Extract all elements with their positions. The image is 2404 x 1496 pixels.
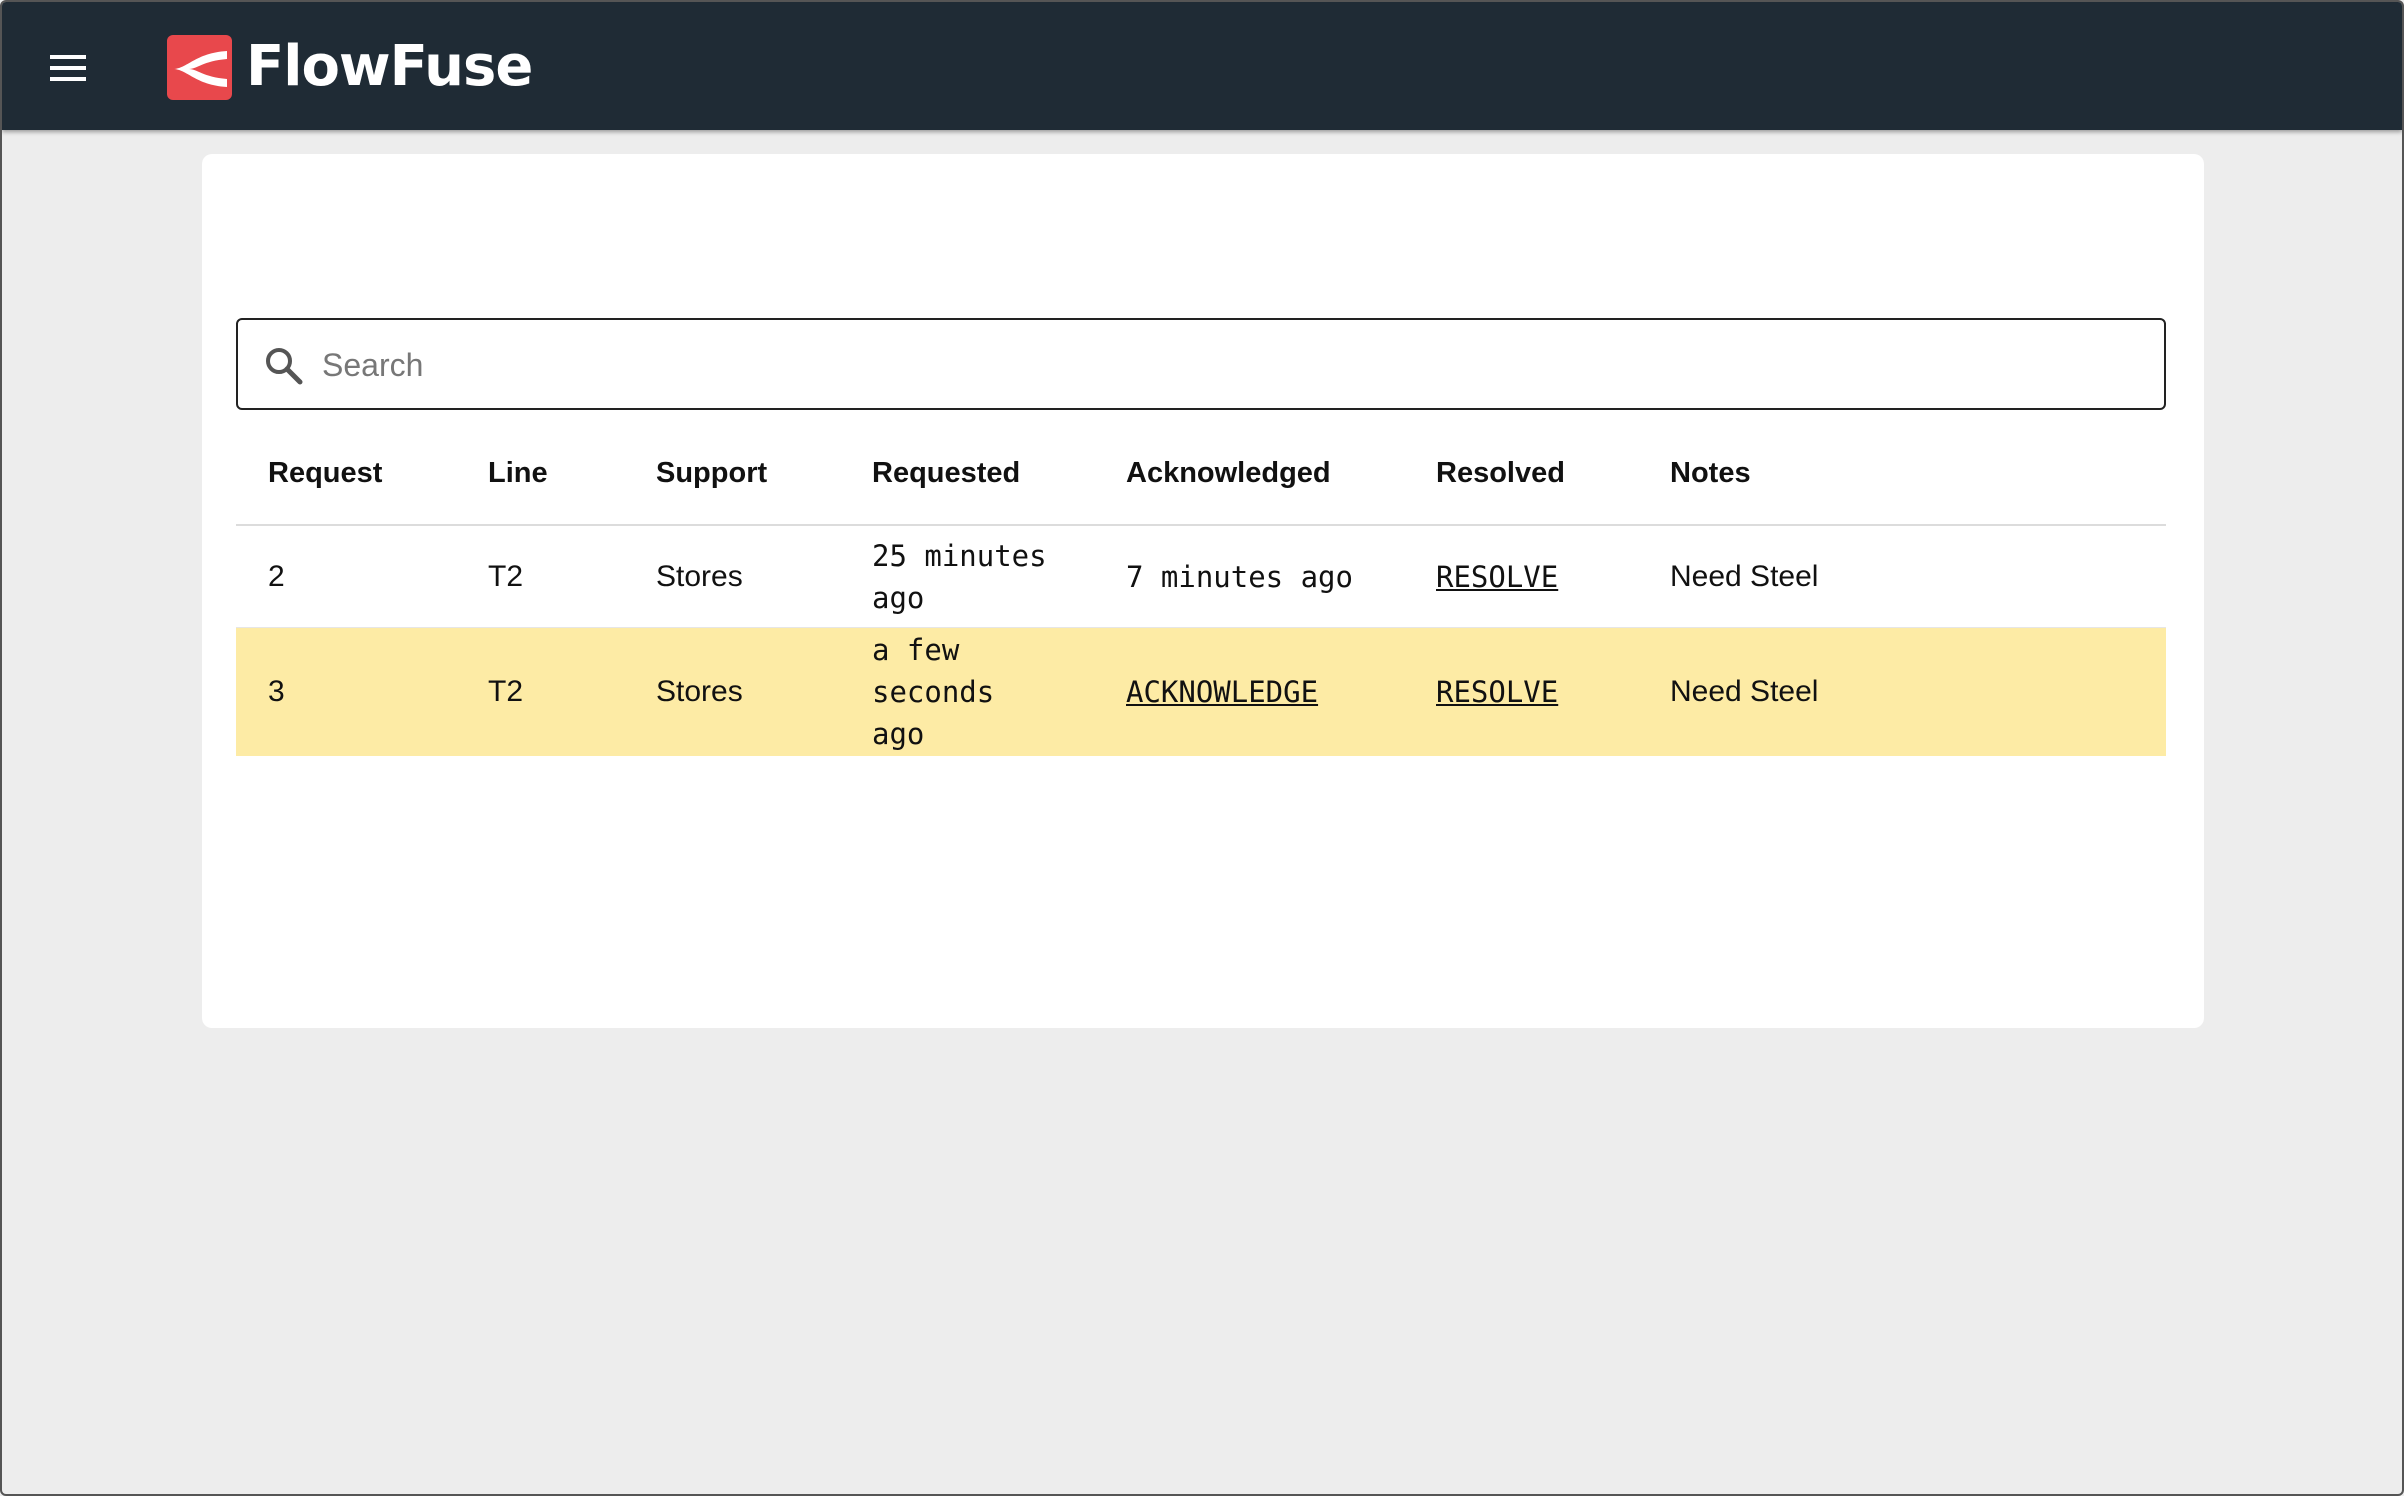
request-id: 3 [268,675,285,708]
brand-logo: FlowFuse [167,34,533,100]
app-window: FlowFuse Request Line Support Requested … [0,0,2404,1496]
top-app-bar: FlowFuse [2,2,2402,130]
requests-card: Request Line Support Requested Acknowled… [202,154,2204,1028]
brand-name: FlowFuse [246,34,533,99]
table-header-row: Request Line Support Requested Acknowled… [236,422,2166,526]
resolve-link[interactable]: RESOLVE [1436,526,1656,627]
search-icon [266,348,303,385]
menu-icon[interactable] [46,46,92,90]
column-header-line[interactable]: Line [488,422,638,524]
requested-time: a few seconds ago [872,633,995,751]
resolve-link[interactable]: RESOLVE [1436,628,1656,756]
acknowledge-link[interactable]: ACKNOWLEDGE [1126,628,1426,756]
column-header-requested[interactable]: Requested [872,422,1072,524]
table-row[interactable]: 3 T2 Stores a few seconds ago ACKNOWLEDG… [236,628,2166,756]
flowfuse-logo-icon [167,34,232,100]
notes-value: Need Steel [1670,675,1819,708]
column-header-request[interactable]: Request [268,422,468,524]
column-header-acknowledged[interactable]: Acknowledged [1126,422,1426,524]
search-box[interactable] [236,318,2166,410]
request-id: 2 [268,559,285,593]
search-input[interactable] [320,320,2144,410]
acknowledged-time: 7 minutes ago [1126,559,1353,594]
notes-value: Need Steel [1670,559,1819,593]
column-header-notes[interactable]: Notes [1670,422,2070,524]
line-value: T2 [488,675,524,708]
table-row[interactable]: 2 T2 Stores 25 minutes ago 7 minutes ago… [236,526,2166,628]
requested-time: 25 minutes ago [872,538,1047,615]
support-value: Stores [656,675,743,708]
requests-table: Request Line Support Requested Acknowled… [236,422,2166,756]
support-value: Stores [656,559,743,593]
line-value: T2 [488,559,524,593]
column-header-support[interactable]: Support [656,422,856,524]
column-header-resolved[interactable]: Resolved [1436,422,1656,524]
